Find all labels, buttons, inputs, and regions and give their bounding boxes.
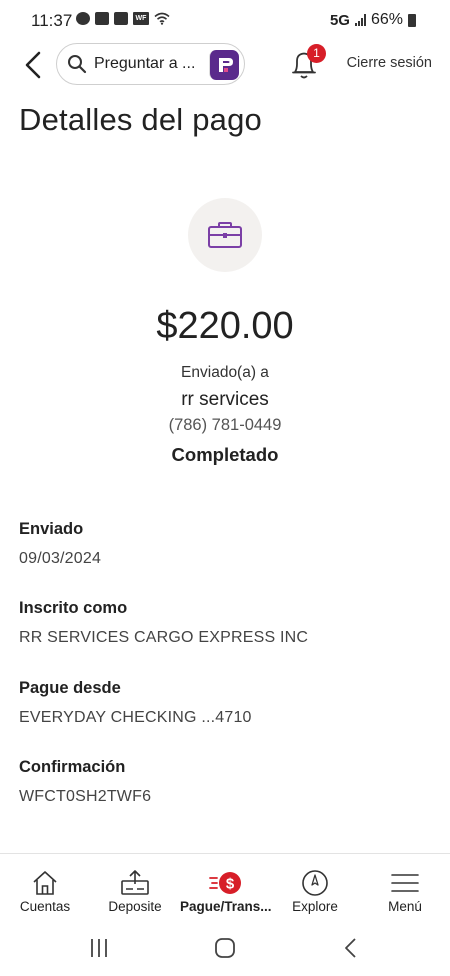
system-back-button[interactable]: [331, 935, 371, 961]
status-right: 5G 66%: [330, 11, 416, 29]
nav-deposit[interactable]: Deposite: [90, 854, 180, 920]
compass-icon: [302, 870, 328, 896]
home-pill-icon: [215, 938, 235, 958]
logout-link[interactable]: Cierre sesión: [347, 55, 432, 71]
detail-label: Enviado: [19, 520, 84, 538]
notification-icons: WF: [76, 12, 170, 25]
search-icon: [68, 55, 87, 74]
signal-icon: [354, 14, 366, 26]
detail-label: Confirmación: [19, 758, 126, 776]
detail-enrolled-as: Inscrito como RR SERVICES CARGO EXPRESS …: [19, 599, 308, 647]
search-placeholder: Preguntar a ...: [94, 55, 196, 72]
detail-pay-from: Pague desde EVERYDAY CHECKING ...4710: [19, 679, 252, 727]
detail-sent-date: Enviado 09/03/2024: [19, 520, 101, 568]
nav-accounts[interactable]: Cuentas: [0, 854, 90, 920]
payment-status: Completado: [171, 444, 279, 465]
detail-label: Inscrito como: [19, 599, 128, 617]
back-icon: [345, 938, 356, 958]
nav-pay-transfer[interactable]: $ Pague/Trans...: [180, 854, 272, 920]
nav-label: Cuentas: [19, 899, 71, 914]
status-time: 11:37: [31, 11, 73, 30]
payment-amount: $220.00: [156, 305, 294, 347]
sent-to-label: Enviado(a) a: [181, 364, 269, 381]
back-button[interactable]: [16, 45, 52, 85]
assistant-search-button[interactable]: Preguntar a ...: [56, 43, 245, 85]
detail-label: Pague desde: [19, 679, 121, 697]
nav-label: Menú: [388, 899, 422, 914]
status-bar: 11:37 WF 5G 66%: [0, 0, 450, 40]
home-button[interactable]: [205, 935, 245, 961]
battery-icon: [408, 13, 416, 27]
gmail-notification-icon: [114, 12, 128, 25]
recent-apps-icon: [91, 939, 107, 957]
battery-percent: 66%: [370, 11, 403, 28]
nav-label: Deposite: [108, 899, 162, 914]
youtube-notification-icon: [95, 12, 109, 25]
chevron-left-icon: [25, 51, 41, 79]
payee-icon-circle: [188, 198, 262, 272]
briefcase-icon: [208, 222, 242, 248]
nav-label: Pague/Trans...: [180, 899, 272, 914]
pay-transfer-icon: $: [209, 872, 241, 894]
detail-value: 09/03/2024: [19, 550, 102, 567]
system-nav: [0, 919, 450, 976]
chat-notification-icon: [76, 12, 90, 25]
hamburger-icon: [391, 874, 419, 892]
wifi-icon: [154, 12, 170, 25]
detail-value: RR SERVICES CARGO EXPRESS INC: [19, 629, 309, 646]
nav-explore[interactable]: Explore: [270, 854, 360, 920]
recipient-name: rr services: [181, 389, 269, 410]
nav-label: Explore: [292, 899, 338, 914]
deposit-icon: [121, 870, 149, 895]
detail-value: WFCT0SH2TWF6: [19, 788, 152, 805]
bottom-nav: Cuentas Deposite $ Pague/Trans... Explor…: [0, 853, 450, 919]
wellsfargo-notification-icon: WF: [133, 12, 149, 25]
svg-text:$: $: [226, 876, 235, 893]
page-title: Detalles del pago: [19, 102, 262, 137]
notification-badge: 1: [307, 44, 326, 63]
fargo-assistant-icon: [209, 50, 239, 80]
recent-apps-button[interactable]: [79, 935, 119, 961]
network-type: 5G: [329, 11, 350, 29]
notifications-button[interactable]: 1: [289, 44, 326, 82]
recipient-phone: (786) 781-0449: [168, 416, 282, 434]
detail-confirmation: Confirmación WFCT0SH2TWF6: [19, 758, 151, 806]
nav-menu[interactable]: Menú: [360, 854, 450, 920]
home-icon: [33, 871, 57, 895]
detail-value: EVERYDAY CHECKING ...4710: [19, 709, 252, 726]
